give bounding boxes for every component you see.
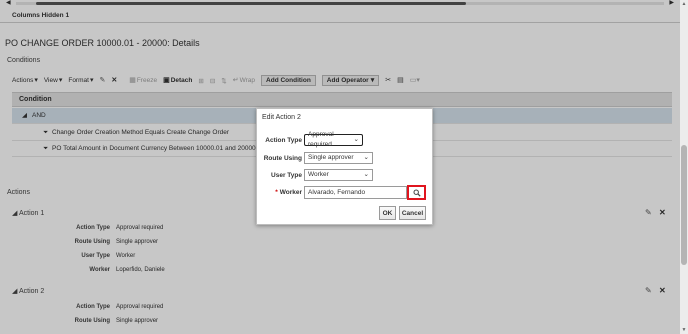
worker-input[interactable]: Alvarado, Fernando [304,186,407,199]
chevron-down-icon: ⌄ [363,171,369,178]
scroll-down-icon[interactable]: ▼ [681,327,687,333]
scroll-up-icon[interactable]: ▲ [681,1,687,7]
required-asterisk: * [275,189,278,196]
worker-label: * Worker [275,189,302,196]
cancel-button[interactable]: Cancel [399,206,426,220]
edit-action-dialog: Edit Action 2 Action Type Approval requi… [256,108,433,225]
worker-search-button[interactable] [407,185,426,200]
vertical-scrollbar[interactable]: ▲ ▼ [680,0,688,334]
search-icon [413,189,421,197]
chevron-down-icon: ⌄ [363,154,369,161]
main-page: ◀ ▶ Columns Hidden 1 PO CHANGE ORDER 100… [0,0,680,334]
ok-button[interactable]: OK [379,206,396,220]
route-using-select[interactable]: Single approver ⌄ [304,152,373,164]
action-type-label: Action Type [265,137,302,144]
action-type-select[interactable]: Approval required ⌄ [304,131,363,148]
scrollbar-thumb[interactable] [681,145,687,265]
chevron-down-icon: ⌄ [353,136,359,143]
user-type-label: User Type [271,172,302,179]
user-type-select[interactable]: Worker ⌄ [304,169,373,181]
dialog-title: Edit Action 2 [262,114,301,121]
route-using-label: Route Using [263,155,302,162]
